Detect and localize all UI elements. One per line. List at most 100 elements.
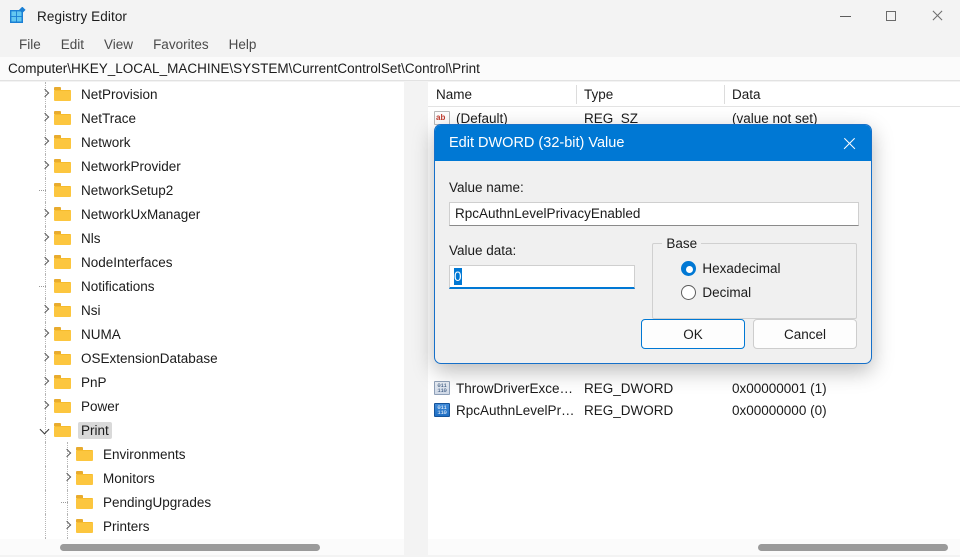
- chevron-down-icon[interactable]: [38, 422, 54, 438]
- folder-icon: [54, 375, 71, 389]
- menu-help[interactable]: Help: [219, 35, 267, 54]
- column-header-data[interactable]: Data: [724, 82, 924, 107]
- tree-guide-line: [45, 490, 46, 514]
- chevron-right-icon[interactable]: [38, 350, 54, 366]
- value-row[interactable]: 011 110 ThrowDriverExce… REG_DWORD 0x0000000…: [428, 377, 960, 399]
- value-row[interactable]: 011 110 RpcAuthnLevelPr… REG_DWORD 0x0000000…: [428, 399, 960, 421]
- base-radio-group: Base Hexadecimal Decimal: [652, 236, 857, 319]
- folder-icon: [54, 327, 71, 341]
- value-name-input[interactable]: RpcAuthnLevelPrivacyEnabled: [449, 202, 859, 226]
- dword-value-icon: 011 110: [434, 403, 450, 417]
- address-bar[interactable]: Computer\HKEY_LOCAL_MACHINE\SYSTEM\Curre…: [0, 57, 960, 81]
- folder-icon: [54, 111, 71, 125]
- tree-item-netprovision[interactable]: NetProvision: [0, 82, 404, 106]
- radio-decimal[interactable]: Decimal: [681, 280, 856, 304]
- menu-view[interactable]: View: [94, 35, 143, 54]
- cancel-button[interactable]: Cancel: [753, 319, 857, 349]
- chevron-right-icon[interactable]: [60, 446, 76, 462]
- registry-tree[interactable]: NetProvision NetTrace Network NetworkProvid…: [0, 82, 404, 539]
- tree-item-numa[interactable]: NUMA: [0, 322, 404, 346]
- close-button[interactable]: [914, 0, 960, 32]
- menu-file[interactable]: File: [9, 35, 51, 54]
- title-bar: Registry Editor: [0, 0, 960, 32]
- tree-item-nettrace[interactable]: NetTrace: [0, 106, 404, 130]
- tree-hscroll-thumb[interactable]: [60, 544, 320, 551]
- column-header-type[interactable]: Type: [576, 82, 724, 107]
- value-data-cell: 0x00000001 (1): [732, 380, 827, 396]
- tree-item-osextensiondatabase[interactable]: OSExtensionDatabase: [0, 346, 404, 370]
- value-data-input[interactable]: 0: [449, 265, 635, 289]
- close-icon: [931, 10, 943, 22]
- radio-hexadecimal[interactable]: Hexadecimal: [681, 256, 856, 280]
- tree-item-network[interactable]: Network: [0, 130, 404, 154]
- window-title: Registry Editor: [37, 8, 128, 24]
- tree-item-nsi[interactable]: Nsi: [0, 298, 404, 322]
- chevron-right-icon[interactable]: [38, 86, 54, 102]
- folder-icon: [54, 159, 71, 173]
- menu-edit[interactable]: Edit: [51, 35, 94, 54]
- dialog-title-bar: Edit DWORD (32-bit) Value: [435, 125, 871, 161]
- tree-item-pendingupgrades[interactable]: PendingUpgrades: [0, 490, 404, 514]
- close-icon: [843, 137, 856, 150]
- chevron-right-icon[interactable]: [38, 326, 54, 342]
- chevron-right-icon[interactable]: [60, 470, 76, 486]
- dword-value-icon: 011 110: [434, 381, 450, 395]
- tree-horizontal-scrollbar[interactable]: [0, 539, 404, 555]
- radio-decimal-icon: [681, 284, 697, 300]
- chevron-right-icon[interactable]: [38, 230, 54, 246]
- tree-guide-line: [45, 466, 46, 490]
- tree-item-label: Environments: [103, 446, 186, 462]
- folder-icon: [76, 447, 93, 461]
- tree-item-nodeinterfaces[interactable]: NodeInterfaces: [0, 250, 404, 274]
- tree-item-networkprovider[interactable]: NetworkProvider: [0, 154, 404, 178]
- tree-item-power[interactable]: Power: [0, 394, 404, 418]
- tree-item-label: Power: [81, 398, 120, 414]
- tree-item-networkuxmanager[interactable]: NetworkUxManager: [0, 202, 404, 226]
- folder-icon: [54, 87, 71, 101]
- pane-splitter[interactable]: [404, 82, 428, 557]
- tree-item-environments[interactable]: Environments: [0, 442, 404, 466]
- tree-item-printers[interactable]: Printers: [0, 514, 404, 538]
- chevron-right-icon[interactable]: [38, 110, 54, 126]
- folder-icon: [54, 279, 71, 293]
- value-data-cell: 0x00000000 (0): [732, 402, 827, 418]
- tree-item-pnp[interactable]: PnP: [0, 370, 404, 394]
- values-hscroll-thumb[interactable]: [758, 544, 948, 551]
- chevron-right-icon[interactable]: [38, 254, 54, 270]
- tree-item-print[interactable]: Print: [0, 418, 404, 442]
- dialog-title: Edit DWORD (32-bit) Value: [449, 135, 625, 151]
- folder-icon: [76, 519, 93, 533]
- ok-button[interactable]: OK: [641, 319, 745, 349]
- value-data-label: Value data:: [449, 243, 517, 258]
- tree-item-nls[interactable]: Nls: [0, 226, 404, 250]
- string-value-icon: ab: [434, 111, 450, 125]
- registry-path: Computer\HKEY_LOCAL_MACHINE\SYSTEM\Curre…: [8, 61, 480, 76]
- chevron-right-icon[interactable]: [38, 374, 54, 390]
- dialog-body: Value name: RpcAuthnLevelPrivacyEnabled …: [435, 161, 871, 363]
- column-header-name[interactable]: Name: [428, 82, 576, 107]
- registry-editor-window: Registry Editor File Edit View Favorites…: [0, 0, 960, 557]
- menu-favorites[interactable]: Favorites: [143, 35, 219, 54]
- maximize-button[interactable]: [868, 0, 914, 32]
- chevron-right-icon[interactable]: [60, 518, 76, 534]
- tree-item-notifications[interactable]: Notifications: [0, 274, 404, 298]
- value-data-text: 0: [454, 268, 462, 285]
- value-name-text: RpcAuthnLevelPr…: [456, 402, 575, 418]
- folder-icon: [54, 255, 71, 269]
- chevron-right-icon[interactable]: [38, 398, 54, 414]
- values-horizontal-scrollbar[interactable]: [428, 539, 960, 555]
- minimize-button[interactable]: [822, 0, 868, 32]
- tree-item-label: NodeInterfaces: [81, 254, 173, 270]
- tree-item-networksetup2[interactable]: NetworkSetup2: [0, 178, 404, 202]
- dialog-buttons: OK Cancel: [641, 319, 857, 349]
- tree-leaf-marker: [38, 278, 54, 294]
- value-name-cell: 011 110 RpcAuthnLevelPr…: [428, 403, 576, 418]
- chevron-right-icon[interactable]: [38, 134, 54, 150]
- chevron-right-icon[interactable]: [38, 158, 54, 174]
- dialog-close-button[interactable]: [827, 125, 871, 161]
- chevron-right-icon[interactable]: [38, 206, 54, 222]
- chevron-right-icon[interactable]: [38, 302, 54, 318]
- tree-item-monitors[interactable]: Monitors: [0, 466, 404, 490]
- edit-dword-dialog: Edit DWORD (32-bit) Value Value name: Rp…: [434, 124, 872, 364]
- tree-item-label: NetProvision: [81, 86, 158, 102]
